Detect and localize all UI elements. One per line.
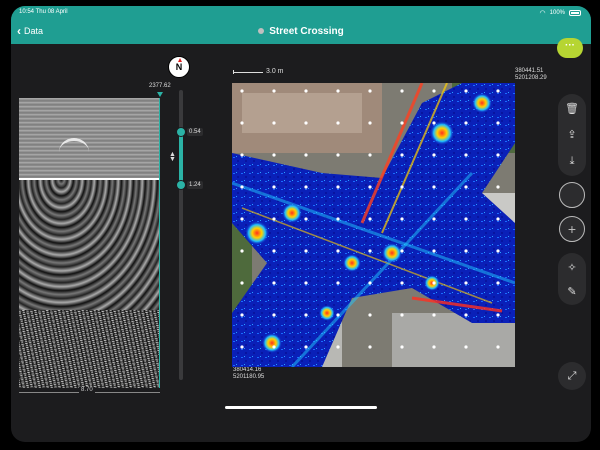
roof-top-left-inner: [242, 93, 362, 133]
up-down-arrows-icon[interactable]: ▲ ▼: [169, 151, 176, 163]
radargram-depth-label: 2377.62: [149, 83, 171, 89]
import-icon[interactable]: ⤓: [563, 152, 581, 170]
plus-icon: +: [567, 221, 577, 237]
status-time: 10:54 Thu 08 April: [19, 9, 68, 15]
distance-label: 8.70: [79, 387, 95, 393]
wifi-icon: ◠: [539, 10, 546, 17]
compass-label: N: [175, 62, 183, 72]
magic-wand-icon[interactable]: ✧: [563, 259, 581, 277]
compass-button[interactable]: N: [168, 56, 190, 78]
map-scale-bar: [233, 70, 263, 74]
depth-slider-range: [179, 132, 183, 185]
coord-bl-y: 5201180.95: [233, 374, 265, 380]
status-right: ◠ 100%: [540, 9, 581, 17]
share-icon[interactable]: ⇪: [563, 126, 581, 144]
coord-bl-x: 380414.16: [233, 367, 262, 373]
app-screen: 10:54 Thu 08 April ◠ 100% ‹ Data Street …: [11, 6, 591, 442]
add-button[interactable]: +: [559, 216, 585, 242]
radargram-deep: [19, 310, 159, 388]
depth-upper-value: 0.54: [187, 128, 203, 136]
battery-percent: 100%: [549, 10, 565, 16]
status-dot: [258, 28, 265, 35]
map-scale-label: 3.0 m: [266, 68, 284, 75]
radargram-view[interactable]: [19, 98, 160, 388]
depth-slider-lower-handle[interactable]: [176, 180, 186, 190]
nav-bar: ‹ Data Street Crossing: [11, 20, 591, 44]
expand-icon[interactable]: ⤢: [558, 362, 586, 390]
depth-lower-value: 1.24: [187, 181, 203, 189]
map-coord-bottom-left: 380414.16 5201180.95: [233, 367, 264, 381]
coord-tr-y: 5201208.29: [515, 75, 547, 81]
depth-slider-upper-handle[interactable]: [176, 127, 186, 137]
trash-icon[interactable]: 🗑: [563, 100, 581, 118]
record-button[interactable]: [559, 182, 585, 208]
page-title: Street Crossing: [11, 26, 591, 37]
map-coord-top-right: 380441.51 5201208.29: [515, 68, 547, 82]
edit-toolbar: ✧ ✎: [558, 253, 586, 305]
gpr-map-svg: [232, 83, 515, 367]
home-indicator[interactable]: [225, 406, 377, 409]
pen-icon[interactable]: ✎: [563, 283, 581, 301]
device: 10:54 Thu 08 April ◠ 100% ‹ Data Street …: [0, 0, 600, 450]
battery-icon: [569, 10, 581, 16]
page-title-text: Street Crossing: [269, 26, 344, 37]
coord-tr-x: 380441.51: [515, 68, 544, 74]
position-marker[interactable]: [157, 92, 163, 97]
more-options-button[interactable]: ···: [557, 38, 583, 58]
file-toolbar: 🗑 ⇪ ⤓: [558, 94, 586, 176]
radargram-hyperbolas: [19, 180, 159, 310]
radargram-shallow: [19, 98, 159, 178]
status-bar: 10:54 Thu 08 April ◠ 100%: [11, 6, 591, 20]
gpr-map-view[interactable]: [232, 83, 515, 367]
